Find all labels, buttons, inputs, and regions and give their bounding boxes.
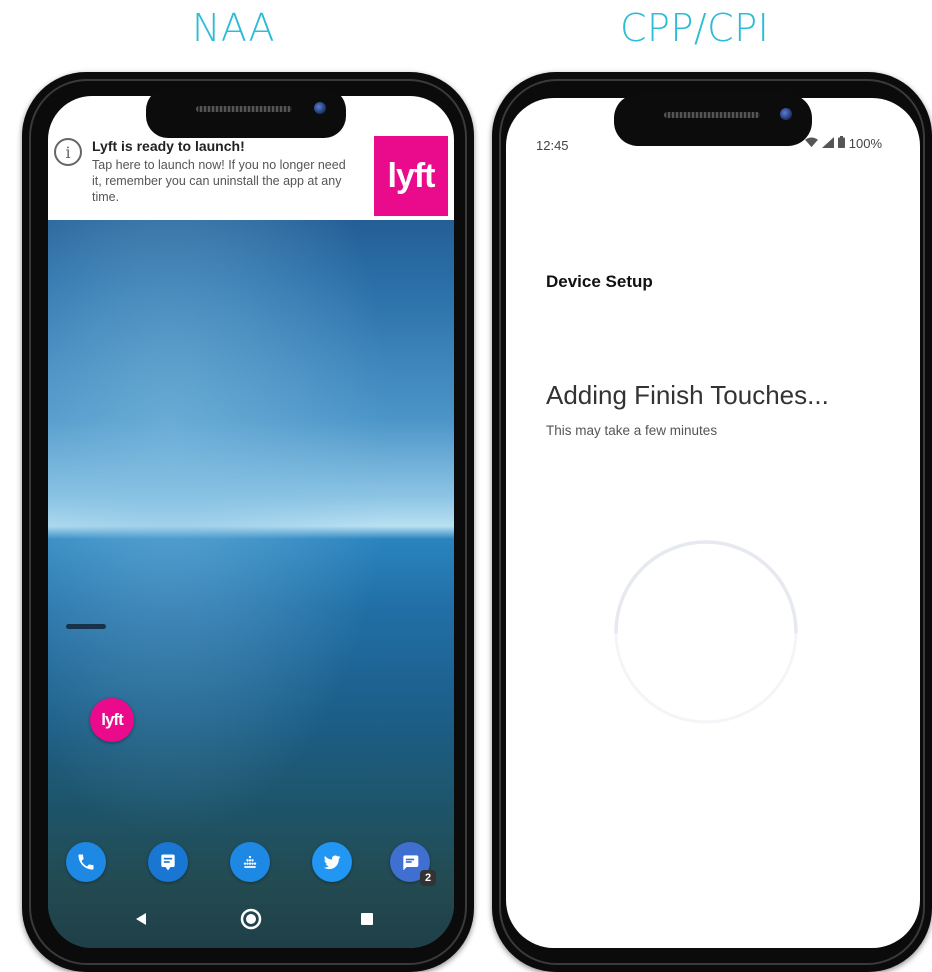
camera-icon: [780, 108, 792, 120]
status-time: 12:45: [536, 138, 569, 153]
home-icon[interactable]: [238, 906, 264, 932]
app-drawer-icon[interactable]: [230, 842, 270, 882]
unread-badge: 2: [420, 870, 436, 886]
left-phone-frame: i Lyft is ready to launch! Tap here to l…: [22, 72, 474, 972]
setup-progress-title: Adding Finish Touches...: [546, 380, 829, 410]
phone-notch: [146, 88, 346, 138]
battery-icon: [837, 136, 845, 151]
recents-icon[interactable]: [354, 906, 380, 932]
home-screen: i Lyft is ready to launch! Tap here to l…: [48, 96, 454, 948]
twitter-icon[interactable]: [312, 842, 352, 882]
app-dock: 2: [48, 842, 454, 896]
lyft-app-icon[interactable]: lyft: [90, 698, 134, 742]
phone-icon[interactable]: [66, 842, 106, 882]
phone-notch: [614, 94, 812, 146]
back-icon[interactable]: [128, 906, 154, 932]
device-setup-label: Device Setup: [546, 272, 653, 291]
wallpaper: [48, 96, 454, 948]
battery-percent: 100%: [848, 136, 882, 151]
right-phone-frame: 12:45 100% Device Setup Adding Finish To…: [492, 72, 932, 972]
setup-progress-subtitle: This may take a few minutes: [546, 423, 718, 438]
camera-icon: [314, 102, 326, 114]
lyft-logo: lyft: [374, 136, 448, 216]
device-setup-screen: 12:45 100% Device Setup Adding Finish To…: [506, 98, 920, 948]
wifi-icon: [804, 136, 818, 151]
signal-icon: [821, 136, 834, 151]
status-icons: 100%: [804, 136, 882, 151]
notification-title: Lyft is ready to launch!: [92, 138, 245, 154]
info-icon: i: [54, 138, 82, 166]
navigation-bar: [48, 900, 454, 940]
messages-icon[interactable]: 2: [390, 842, 436, 886]
notification-body: Tap here to launch now! If you no longer…: [92, 158, 346, 204]
cpp-cpi-heading: CPP/CPI: [620, 6, 770, 50]
wallpaper-rock: [66, 624, 106, 629]
chat-icon[interactable]: [148, 842, 188, 882]
naa-heading: NAA: [192, 6, 275, 50]
speaker-grille: [664, 112, 760, 118]
loading-spinner: [606, 532, 806, 737]
speaker-grille: [196, 106, 292, 112]
